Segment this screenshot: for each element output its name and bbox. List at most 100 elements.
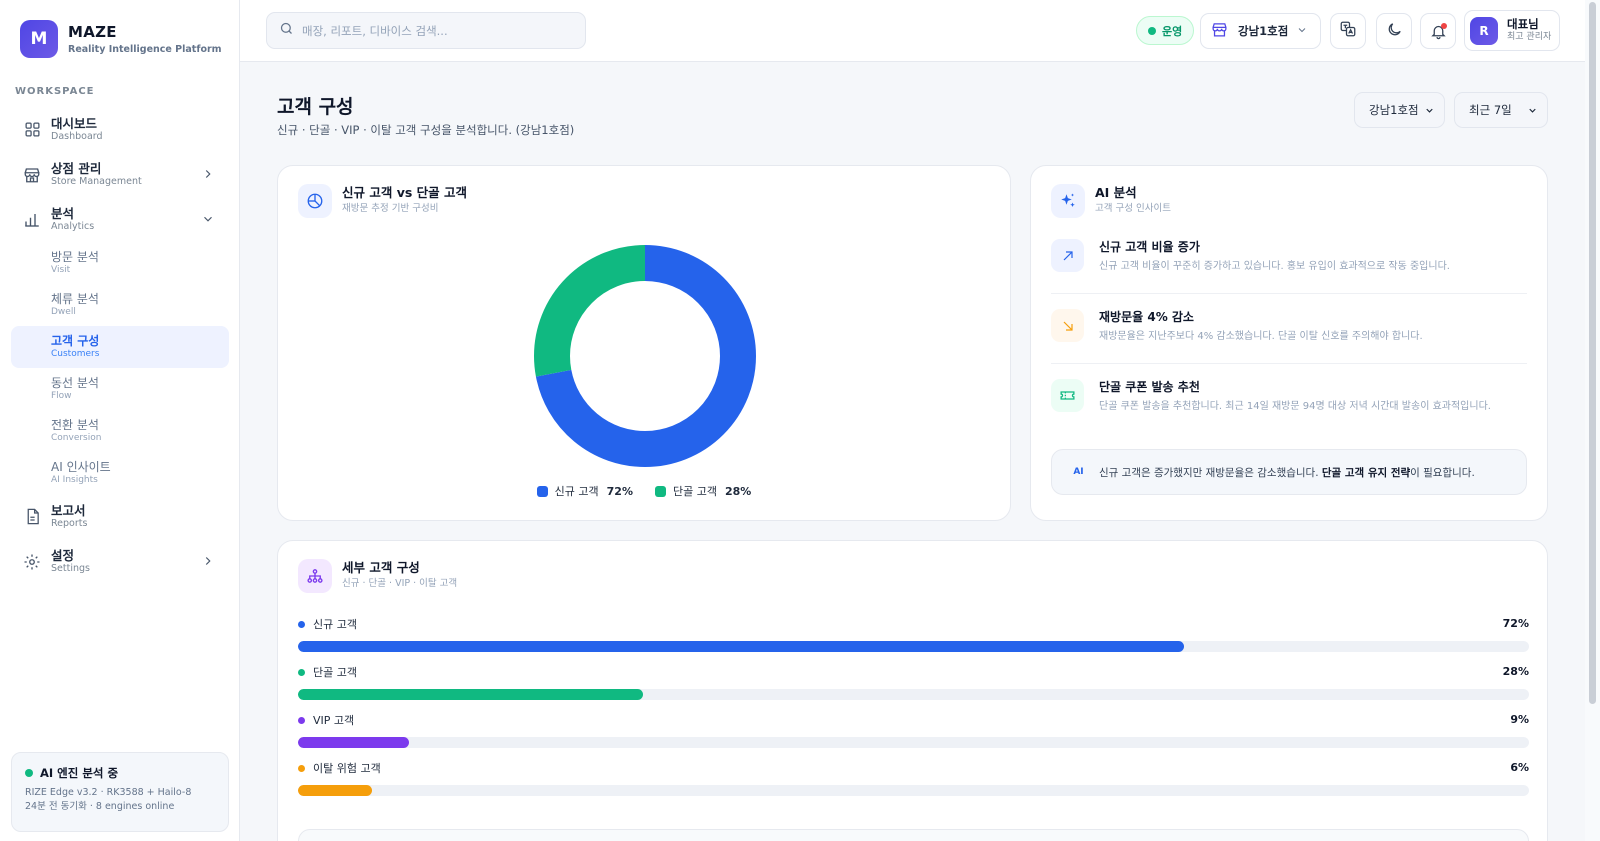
card-title: 세부 고객 구성	[342, 560, 420, 575]
breakdown-row: 단골 고객 28%	[298, 665, 1529, 700]
user-role: 최고 관리자	[1507, 31, 1552, 42]
sidebar-subitem-sublabel: Conversion	[51, 433, 102, 443]
customer-breakdown-card: 세부 고객 구성 신규 · 단골 · VIP · 이탈 고객 신규 고객 72% 단…	[277, 540, 1548, 841]
sidebar-nav: 대시보드 Dashboard 상점 관리 Store Management 분석…	[11, 107, 229, 584]
engine-hardware: RIZE Edge v3.2 · RK3588 + Hailo-8	[25, 787, 192, 798]
sidebar-item-sublabel: Analytics	[51, 220, 95, 232]
chevron-right-icon	[201, 166, 215, 185]
status-dot	[25, 769, 33, 777]
hierarchy-icon	[298, 559, 332, 593]
bar-dot	[298, 764, 305, 772]
sidebar-subitem-customers[interactable]: 고객 구성 Customers	[11, 326, 229, 368]
period-select-value: 최근 7일	[1469, 103, 1512, 117]
bar-value: 6%	[1510, 761, 1529, 774]
dark-mode-button[interactable]	[1376, 13, 1412, 49]
bar-label: VIP 고객	[313, 714, 355, 727]
scrollbar-thumb[interactable]	[1589, 2, 1596, 704]
brand[interactable]: M MAZE Reality Intelligence Platform	[20, 20, 222, 58]
sidebar-item-label: 대시보드	[51, 115, 98, 131]
store-switcher[interactable]: 강남1호점	[1200, 13, 1321, 49]
sidebar-subitem-label: 체류 분석	[51, 292, 99, 306]
chevron-down-icon	[201, 211, 215, 230]
sidebar-item-store-management[interactable]: 상점 관리 Store Management	[11, 152, 229, 197]
insight-desc: 단골 쿠폰 발송을 추천합니다. 최근 14일 재방문 94명 대상 저녁 시간…	[1099, 401, 1491, 412]
notifications-button[interactable]	[1420, 13, 1456, 49]
sidebar-subitem-sublabel: Visit	[51, 265, 71, 275]
period-select[interactable]: 최근 7일	[1454, 92, 1548, 128]
ai-engine-status: AI 엔진 분석 중 RIZE Edge v3.2 · RK3588 + Hai…	[11, 752, 229, 832]
status-dot	[1148, 26, 1156, 35]
sidebar-subitem-dwell[interactable]: 체류 분석 Dwell	[11, 284, 229, 326]
brand-logo: M	[20, 20, 58, 58]
page-title: 고객 구성	[277, 96, 354, 118]
legend-label: 단골 고객	[673, 485, 717, 498]
sidebar-item-label: 상점 관리	[51, 160, 102, 176]
scrollbar[interactable]	[1585, 0, 1600, 841]
insight-item[interactable]: 신규 고객 비율 증가 신규 고객 비율이 꾸준히 증가하고 있습니다. 홍보 …	[1051, 239, 1527, 273]
breakdown-row: 신규 고객 72%	[298, 617, 1529, 652]
bar-dot	[298, 716, 305, 724]
bar-value: 28%	[1502, 665, 1529, 678]
translate-button[interactable]	[1330, 13, 1366, 49]
new-vs-regular-card: 신규 고객 vs 단골 고객 재방문 추정 기반 구성비 신규 고객 72% 단…	[277, 165, 1011, 521]
legend-item-new[interactable]: 신규 고객 72%	[536, 483, 633, 499]
sidebar-subitem-ai-insights[interactable]: AI 인사이트 AI Insights	[11, 452, 229, 494]
search-input[interactable]	[302, 23, 562, 38]
insight-item[interactable]: 재방문율 4% 감소 재방문율은 지난주보다 4% 감소했습니다. 단골 이탈 …	[1051, 309, 1527, 343]
engine-sync: 24분 전 동기화 · 8 engines online	[25, 801, 175, 812]
bar-label: 신규 고객	[313, 618, 357, 631]
search-box[interactable]	[266, 12, 586, 49]
legend-item-regular[interactable]: 단골 고객 28%	[655, 483, 751, 499]
sidebar-item-reports[interactable]: 보고서 Reports	[11, 494, 229, 539]
bar-track	[298, 641, 1529, 652]
divider	[1051, 363, 1527, 364]
sidebar-subitem-sublabel: Customers	[51, 349, 100, 359]
store-select[interactable]: 강남1호점	[1354, 92, 1445, 128]
sidebar-item-analytics[interactable]: 분석 Analytics	[11, 197, 229, 242]
sidebar-subitem-flow[interactable]: 동선 분석 Flow	[11, 368, 229, 410]
sidebar-subitem-label: 동선 분석	[51, 376, 99, 390]
legend-swatch	[536, 485, 548, 497]
sidebar-subitem-conversion[interactable]: 전환 분석 Conversion	[11, 410, 229, 452]
chart-legend: 신규 고객 72% 단골 고객 28%	[278, 483, 1010, 499]
sidebar-item-dashboard[interactable]: 대시보드 Dashboard	[11, 107, 229, 152]
sidebar-subitem-label: AI 인사이트	[51, 460, 111, 474]
donut-chart	[534, 245, 756, 467]
insight-desc: 신규 고객 비율이 꾸준히 증가하고 있습니다. 홍보 유입이 효과적으로 작동…	[1099, 261, 1450, 272]
translate-icon	[1339, 20, 1357, 42]
user-menu[interactable]: R 대표님 최고 관리자	[1464, 10, 1560, 51]
sidebar-subitem-visit[interactable]: 방문 분석 Visit	[11, 242, 229, 284]
bar-fill	[298, 785, 372, 796]
chevron-right-icon	[201, 553, 215, 572]
sidebar-item-sublabel: Settings	[51, 562, 90, 574]
brand-subtitle: Reality Intelligence Platform	[68, 44, 222, 55]
sidebar-subitem-label: 고객 구성	[51, 334, 100, 348]
insight-title: 재방문율 4% 감소	[1099, 310, 1194, 324]
ticket-icon	[1051, 379, 1084, 412]
gear-icon	[23, 553, 41, 571]
legend-value: 28%	[724, 484, 752, 498]
bar-track	[298, 737, 1529, 748]
store-select-value: 강남1호점	[1369, 103, 1419, 117]
breakdown-row: VIP 고객 9%	[298, 713, 1529, 748]
chevron-down-icon	[1296, 24, 1308, 39]
bar-label: 이탈 위험 고객	[313, 762, 381, 775]
store-icon	[1211, 21, 1228, 41]
sidebar-item-label: 분석	[51, 205, 75, 221]
insight-item[interactable]: 단골 쿠폰 발송 추천 단골 쿠폰 발송을 추천합니다. 최근 14일 재방문 …	[1051, 379, 1527, 413]
card-title: AI 분석	[1095, 185, 1137, 200]
engine-title: AI 엔진 분석 중	[40, 766, 119, 780]
sidebar-subitem-label: 전환 분석	[51, 418, 99, 432]
page-subtitle: 신규 · 단골 · VIP · 이탈 고객 구성을 분석합니다. (강남1호점)	[277, 123, 575, 137]
bar-fill	[298, 737, 409, 748]
sidebar-item-settings[interactable]: 설정 Settings	[11, 539, 229, 584]
bar-track	[298, 785, 1529, 796]
user-name: 대표님	[1507, 16, 1539, 31]
status-label: 운영	[1162, 24, 1183, 38]
bar-label: 단골 고객	[313, 666, 357, 679]
sidebar-subitem-sublabel: AI Insights	[51, 475, 98, 485]
card-subtitle: 고객 구성 인사이트	[1095, 203, 1171, 214]
insight-title: 신규 고객 비율 증가	[1099, 240, 1200, 254]
chevron-down-icon	[1424, 105, 1435, 119]
status-badge: 운영	[1136, 16, 1195, 45]
